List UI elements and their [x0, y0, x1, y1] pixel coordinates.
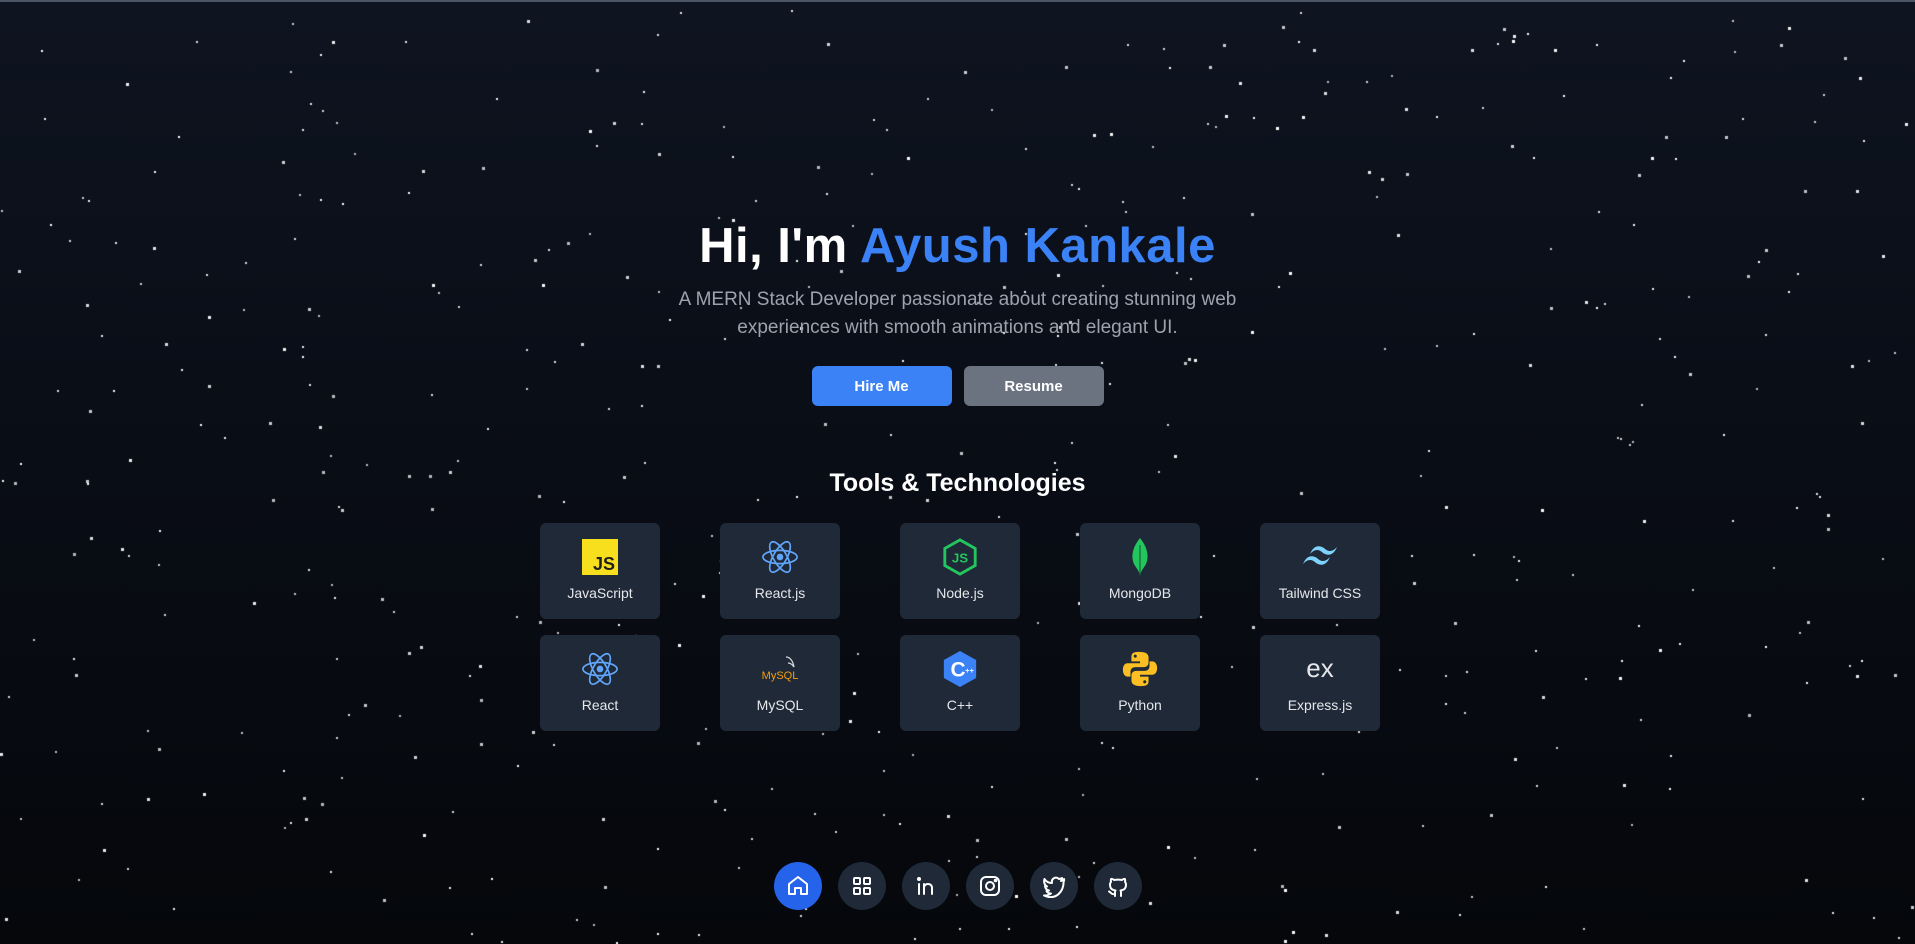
greeting-text: Hi, I'm	[699, 219, 848, 273]
mongodb-icon	[1120, 537, 1160, 577]
linkedin-icon[interactable]	[901, 862, 950, 910]
tool-card-express: ex Express.js	[1260, 635, 1380, 731]
tool-card-reactjs: React.js	[720, 523, 840, 619]
tool-label: Node.js	[936, 585, 984, 601]
hero-section: Hi, I'm Ayush Kankale A MERN Stack Devel…	[0, 218, 1915, 406]
express-icon: ex	[1300, 649, 1340, 689]
cplusplus-icon: C ++	[940, 649, 980, 689]
home-icon[interactable]	[773, 862, 822, 910]
express-logo-text: ex	[1306, 654, 1333, 683]
javascript-icon: JS	[580, 537, 620, 577]
tool-card-nodejs: JS Node.js	[900, 523, 1020, 619]
nodejs-icon: JS	[940, 537, 980, 577]
github-icon[interactable]	[1093, 862, 1142, 910]
hero-headline: Hi, I'm Ayush Kankale	[0, 218, 1915, 274]
svg-text:++: ++	[965, 666, 974, 675]
tool-label: React.js	[754, 585, 806, 601]
bottom-dock-nav	[0, 862, 1915, 910]
js-badge-text: JS	[593, 554, 615, 574]
tool-label: Python	[1118, 697, 1162, 713]
tool-label: MySQL	[756, 697, 804, 713]
tool-label: Express.js	[1287, 697, 1353, 713]
hire-me-button[interactable]: Hire Me	[811, 366, 952, 406]
cplusplus-logo-text: C	[951, 659, 966, 682]
tool-label: Tailwind CSS	[1278, 585, 1362, 601]
mysql-logo-text: MySQL	[762, 670, 799, 682]
tools-grid: JS JavaScript React.js JS Node.js MongoD…	[540, 523, 1380, 731]
react-icon	[760, 537, 800, 577]
tool-card-cplusplus: C ++ C++	[900, 635, 1020, 731]
mysql-icon: MySQL	[760, 649, 800, 689]
tool-card-tailwind: Tailwind CSS	[1260, 523, 1380, 619]
tool-card-mongodb: MongoDB	[1080, 523, 1200, 619]
resume-button[interactable]: Resume	[963, 366, 1104, 406]
hero-subtitle: A MERN Stack Developer passionate about …	[678, 289, 1237, 338]
hero-actions: Hire Me Resume	[0, 366, 1915, 406]
tool-card-python: Python	[1080, 635, 1200, 731]
tailwind-icon	[1300, 537, 1340, 577]
tool-label: C++	[946, 697, 974, 713]
tool-label: MongoDB	[1108, 585, 1172, 601]
instagram-icon[interactable]	[965, 862, 1014, 910]
grid-icon[interactable]	[837, 862, 886, 910]
twitter-icon[interactable]	[1029, 862, 1078, 910]
tools-section-title: Tools & Technologies	[829, 469, 1086, 497]
tool-card-javascript: JS JavaScript	[540, 523, 660, 619]
python-icon	[1120, 649, 1160, 689]
tool-card-react: React	[540, 635, 660, 731]
hero-name: Ayush Kankale	[859, 219, 1216, 273]
tool-card-mysql: MySQL MySQL	[720, 635, 840, 731]
react-icon	[580, 649, 620, 689]
tool-label: JavaScript	[567, 585, 633, 601]
svg-text:JS: JS	[952, 551, 968, 566]
tool-label: React	[581, 697, 619, 713]
